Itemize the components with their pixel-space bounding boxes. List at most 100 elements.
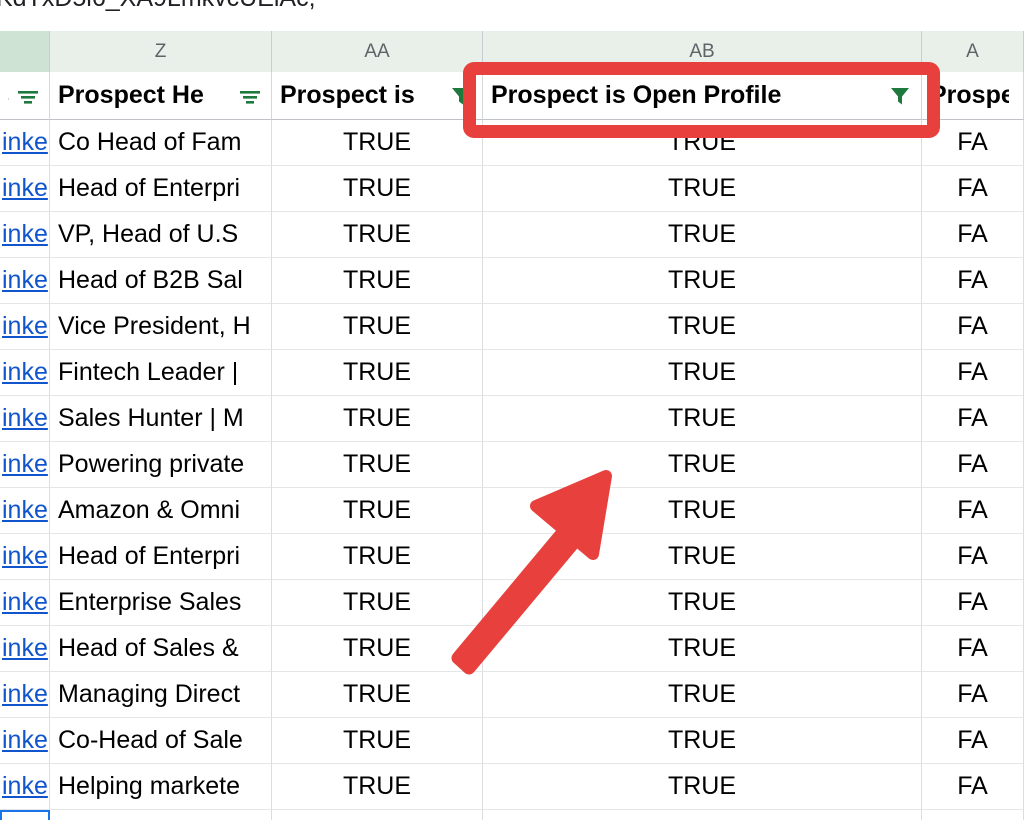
cell-prospect-is-open-profile[interactable]: TRUE: [483, 166, 922, 212]
formula-bar-text: KdTxD5l6_XA9LmkvcUEiAc,: [0, 0, 316, 13]
cell-prospect-is-open-profile[interactable]: TRUE: [483, 534, 922, 580]
cell-linkedin-url[interactable]: inke: [0, 672, 50, 718]
cell-prospect-is-open-profile[interactable]: TRUE: [483, 120, 922, 166]
col-letter-blank[interactable]: [0, 31, 50, 72]
cell-prospect-right[interactable]: FA: [922, 166, 1024, 212]
cell-prospect-headline[interactable]: Managing Direct: [50, 672, 272, 718]
cell-prospect-right[interactable]: FA: [922, 580, 1024, 626]
cell-prospect-is-open-profile[interactable]: TRUE: [483, 258, 922, 304]
formula-bar-strip[interactable]: KdTxD5l6_XA9LmkvcUEiAc,: [0, 0, 1024, 31]
cell-linkedin-url[interactable]: inke: [0, 396, 50, 442]
cell-prospect-is-open-profile[interactable]: TRUE: [483, 810, 922, 820]
cell-prospect-headline[interactable]: Head of Enterpri: [50, 166, 272, 212]
filter-menu-icon[interactable]: [15, 83, 41, 109]
cell-linkedin-url[interactable]: inke: [0, 718, 50, 764]
cell-prospect-right[interactable]: FA: [922, 396, 1024, 442]
header-prospect-right[interactable]: Prospe: [922, 72, 1024, 120]
cell-prospect-is[interactable]: TRUE: [272, 396, 483, 442]
col-letter-aa[interactable]: AA: [272, 31, 483, 72]
cell-prospect-right[interactable]: FA: [922, 672, 1024, 718]
table-row: inkeUS Head of SalTRUETRUEFA: [0, 810, 1024, 820]
cell-linkedin-url[interactable]: inke: [0, 258, 50, 304]
filter-funnel-icon[interactable]: [448, 83, 474, 109]
cell-prospect-is[interactable]: TRUE: [272, 258, 483, 304]
cell-prospect-right[interactable]: FA: [922, 350, 1024, 396]
cell-prospect-is-open-profile[interactable]: TRUE: [483, 442, 922, 488]
cell-linkedin-url[interactable]: inke: [0, 488, 50, 534]
cell-linkedin-url[interactable]: inke: [0, 304, 50, 350]
cell-prospect-right[interactable]: FA: [922, 258, 1024, 304]
cell-linkedin-url[interactable]: inke: [0, 212, 50, 258]
cell-prospect-is[interactable]: TRUE: [272, 488, 483, 534]
cell-prospect-is[interactable]: TRUE: [272, 304, 483, 350]
cell-prospect-is[interactable]: TRUE: [272, 350, 483, 396]
cell-prospect-is-open-profile[interactable]: TRUE: [483, 626, 922, 672]
table-row: inke Head of Enterpri TRUE TRUE FA: [0, 534, 1024, 580]
header-prospect-is[interactable]: Prospect is: [272, 72, 483, 120]
header-truncated-left[interactable]: a: [0, 72, 50, 120]
cell-prospect-right[interactable]: FA: [922, 534, 1024, 580]
filter-menu-icon[interactable]: [237, 83, 263, 109]
cell-prospect-right[interactable]: FA: [922, 304, 1024, 350]
cell-prospect-is[interactable]: TRUE: [272, 166, 483, 212]
cell-prospect-is-open-profile[interactable]: TRUE: [483, 488, 922, 534]
cell-prospect-is-open-profile[interactable]: TRUE: [483, 396, 922, 442]
cell-prospect-headline[interactable]: Co Head of Fam: [50, 120, 272, 166]
cell-prospect-is[interactable]: TRUE: [272, 718, 483, 764]
cell-prospect-headline[interactable]: Head of Sales &: [50, 626, 272, 672]
cell-prospect-right[interactable]: FA: [922, 764, 1024, 810]
cell-linkedin-url[interactable]: inke: [0, 442, 50, 488]
cell-prospect-is[interactable]: TRUE: [272, 672, 483, 718]
filter-funnel-icon[interactable]: [887, 83, 913, 109]
cell-prospect-is[interactable]: TRUE: [272, 764, 483, 810]
cell-prospect-headline[interactable]: Co-Head of Sale: [50, 718, 272, 764]
cell-prospect-right[interactable]: FA: [922, 626, 1024, 672]
cell-prospect-is-open-profile[interactable]: TRUE: [483, 350, 922, 396]
cell-prospect-is[interactable]: TRUE: [272, 534, 483, 580]
table-row: inke Managing Direct TRUE TRUE FA: [0, 672, 1024, 718]
cell-prospect-headline[interactable]: Helping markete: [50, 764, 272, 810]
header-prospect-is-open-profile[interactable]: Prospect is Open Profile: [483, 72, 922, 120]
cell-linkedin-url[interactable]: inke: [0, 534, 50, 580]
cell-prospect-is-open-profile[interactable]: TRUE: [483, 672, 922, 718]
cell-prospect-headline[interactable]: VP, Head of U.S: [50, 212, 272, 258]
cell-prospect-is[interactable]: TRUE: [272, 120, 483, 166]
header-prospect-he[interactable]: Prospect He: [50, 72, 272, 120]
cell-linkedin-url[interactable]: inke: [0, 166, 50, 212]
cell-prospect-headline[interactable]: Fintech Leader |: [50, 350, 272, 396]
cell-linkedin-url[interactable]: inke: [0, 350, 50, 396]
cell-prospect-is-open-profile[interactable]: TRUE: [483, 580, 922, 626]
cell-prospect-right[interactable]: FA: [922, 442, 1024, 488]
cell-prospect-is[interactable]: TRUE: [272, 810, 483, 820]
cell-prospect-is[interactable]: TRUE: [272, 212, 483, 258]
cell-prospect-is-open-profile[interactable]: TRUE: [483, 718, 922, 764]
cell-linkedin-url[interactable]: inke: [0, 764, 50, 810]
cell-linkedin-url[interactable]: inke: [0, 580, 50, 626]
cell-prospect-right[interactable]: FA: [922, 810, 1024, 820]
cell-prospect-headline[interactable]: US Head of Sal: [50, 810, 272, 820]
cell-prospect-headline[interactable]: Head of B2B Sal: [50, 258, 272, 304]
cell-prospect-headline[interactable]: Powering private: [50, 442, 272, 488]
cell-prospect-is[interactable]: TRUE: [272, 580, 483, 626]
cell-linkedin-url[interactable]: inke: [0, 626, 50, 672]
cell-prospect-right[interactable]: FA: [922, 488, 1024, 534]
cell-prospect-is-open-profile[interactable]: TRUE: [483, 212, 922, 258]
cell-prospect-is-open-profile[interactable]: TRUE: [483, 764, 922, 810]
cell-prospect-right[interactable]: FA: [922, 212, 1024, 258]
col-letter-ab[interactable]: AB: [483, 31, 922, 72]
cell-prospect-headline[interactable]: Sales Hunter | M: [50, 396, 272, 442]
col-letter-ac[interactable]: A: [922, 31, 1024, 72]
cell-prospect-headline[interactable]: Enterprise Sales: [50, 580, 272, 626]
cell-prospect-right[interactable]: FA: [922, 718, 1024, 764]
cell-linkedin-url[interactable]: inke: [0, 120, 50, 166]
cell-prospect-headline[interactable]: Vice President, H: [50, 304, 272, 350]
cell-prospect-headline[interactable]: Amazon & Omni: [50, 488, 272, 534]
col-letter-z[interactable]: Z: [50, 31, 272, 72]
table-row: inke Head of B2B Sal TRUE TRUE FA: [0, 258, 1024, 304]
cell-linkedin-url[interactable]: inke: [0, 810, 50, 820]
cell-prospect-headline[interactable]: Head of Enterpri: [50, 534, 272, 580]
cell-prospect-is[interactable]: TRUE: [272, 442, 483, 488]
cell-prospect-right[interactable]: FA: [922, 120, 1024, 166]
cell-prospect-is-open-profile[interactable]: TRUE: [483, 304, 922, 350]
cell-prospect-is[interactable]: TRUE: [272, 626, 483, 672]
